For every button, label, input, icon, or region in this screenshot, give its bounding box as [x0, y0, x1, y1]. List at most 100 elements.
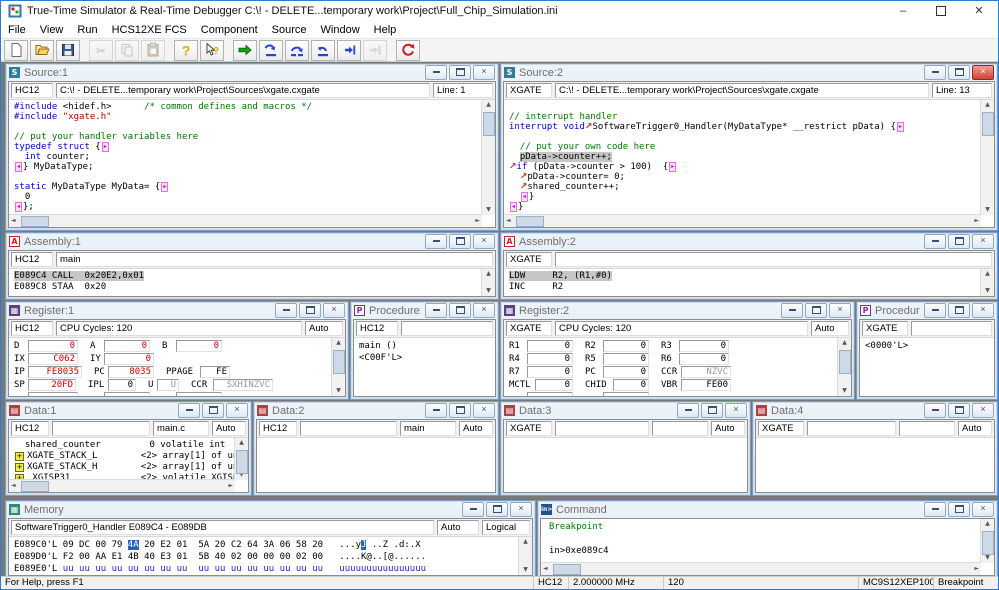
file-field[interactable] — [652, 421, 708, 436]
restore-button[interactable] — [449, 234, 471, 249]
window-assembly1[interactable]: A Assembly:1 × HC12 main E089C4 CALL 0x2… — [5, 232, 499, 300]
core-field[interactable]: HC12 — [259, 421, 297, 436]
scroll-left-icon[interactable]: ◄ — [543, 564, 548, 574]
minimize-button[interactable] — [924, 403, 946, 418]
auto-mode-field[interactable]: Auto — [711, 421, 745, 436]
core-field[interactable]: HC12 — [356, 321, 398, 336]
titlebar-register2[interactable]: ▦ Register:2 × — [501, 302, 854, 319]
restore-button[interactable] — [449, 303, 471, 318]
open-button[interactable] — [30, 39, 54, 61]
watch-list[interactable] — [756, 438, 994, 492]
register-field[interactable] — [14, 391, 78, 396]
file-field[interactable] — [899, 421, 955, 436]
scroll-up-icon[interactable]: ▲ — [336, 338, 341, 348]
auto-mode-field[interactable]: Auto — [811, 321, 849, 336]
source-code-area[interactable]: // interrupt handler interrupt void↗Softw… — [504, 100, 981, 215]
titlebar-assembly1[interactable]: A Assembly:1 × — [6, 233, 498, 250]
vertical-scrollbar[interactable]: ▲ ▼ — [481, 100, 495, 215]
memory-row[interactable]: E089C0'L 09 DC 00 79 4A 20 E2 01 5A 20 C… — [14, 539, 519, 551]
close-button[interactable]: × — [972, 234, 994, 249]
memory-row[interactable]: E089D0'L F2 00 AA E1 4B 40 E3 01 5B 40 0… — [14, 551, 519, 563]
assembly-listing[interactable]: LDW R2, (R1,#0) INC R2 — [504, 269, 981, 296]
source-code-area[interactable]: #include <hidef.h> /* common defines and… — [9, 100, 482, 215]
register-field[interactable]: D0 — [14, 339, 78, 352]
core-field[interactable]: XGATE — [506, 421, 552, 436]
restore-button[interactable] — [948, 403, 970, 418]
minimize-button[interactable] — [924, 65, 946, 80]
restore-button[interactable] — [449, 403, 471, 418]
register-field[interactable]: R2 0 — [585, 339, 649, 352]
asm-line[interactable]: LDW R2, (R1,#0) — [509, 271, 981, 282]
window-procedure2[interactable]: P Procedure:2 × XGATE <0000'L> — [856, 301, 998, 400]
scroll-right-icon[interactable]: ► — [974, 216, 979, 226]
minimize-button[interactable] — [924, 502, 946, 517]
window-procedure1[interactable]: P Procedure:1 × HC12 main () <C00F'L> — [350, 301, 499, 400]
new-button[interactable] — [4, 39, 28, 61]
expand-box-icon[interactable]: ◂ — [510, 202, 518, 212]
vertical-scrollbar[interactable]: ▲ ▼ — [980, 269, 994, 296]
expand-box-icon[interactable]: ◂ — [520, 192, 528, 202]
scroll-left-icon[interactable]: ◄ — [11, 481, 16, 491]
core-field[interactable]: XGATE — [758, 421, 804, 436]
register-grid[interactable]: R1 0 R2 0 R3 0 R4 0 R5 0 R6 0 R7 0 PC 0 CCR NZVC MCTL 0 CHID… — [504, 338, 838, 396]
asm-line[interactable]: E089C4 CALL 0x20E2,0x01 — [14, 271, 482, 282]
file-field[interactable]: main.c — [153, 421, 209, 436]
register-field[interactable]: IX C062 — [14, 352, 78, 365]
asm-line[interactable]: INC R2 — [509, 282, 981, 293]
auto-mode-field[interactable]: Auto — [305, 321, 343, 336]
vertical-scrollbar[interactable]: ▲ ▼ — [980, 519, 994, 563]
close-button[interactable]: × — [972, 303, 994, 318]
close-button[interactable]: × — [473, 65, 495, 80]
window-memory[interactable]: ▦ Memory × SoftwareTrigger0_Handler E089… — [5, 500, 536, 579]
vertical-scrollbar[interactable]: ▲ ▼ — [518, 537, 532, 575]
context-help-button[interactable]: ? — [200, 39, 224, 61]
path-field[interactable]: C:\! - DELETE...temporary work\Project\S… — [56, 83, 430, 98]
procedure-list[interactable]: main () <C00F'L> — [354, 338, 495, 396]
close-button[interactable]: × — [829, 303, 851, 318]
run-button[interactable] — [233, 39, 257, 61]
register-field[interactable]: R6 0 — [661, 352, 729, 365]
auto-mode-field[interactable]: Auto — [459, 421, 493, 436]
titlebar-assembly2[interactable]: A Assembly:2 × — [501, 233, 997, 250]
horizontal-scrollbar[interactable]: ◄ ► — [9, 479, 235, 492]
help-button[interactable]: ? — [174, 39, 198, 61]
scrollbar-thumb[interactable] — [516, 216, 544, 227]
register-field[interactable]: CCR NZVC — [661, 365, 731, 378]
memory-range-field[interactable]: SoftwareTrigger0_Handler E089C4 - E089DB — [11, 520, 434, 535]
register-field[interactable]: SP 20FD — [14, 378, 76, 391]
menu-source[interactable]: Source — [265, 24, 314, 36]
minimize-button[interactable] — [924, 303, 946, 318]
titlebar-source1[interactable]: S Source:1 × — [6, 64, 498, 81]
path-field[interactable]: C:\! - DELETE...temporary work\Project\S… — [555, 83, 929, 98]
register-field[interactable]: UU — [148, 378, 179, 391]
register-field[interactable]: PC 8035 — [94, 365, 154, 378]
register-field[interactable] — [90, 391, 150, 396]
auto-mode-field[interactable]: Auto — [212, 421, 246, 436]
restore-button[interactable] — [486, 502, 508, 517]
scroll-up-icon[interactable]: ▲ — [985, 269, 990, 279]
scroll-down-icon[interactable]: ▼ — [486, 286, 491, 296]
window-assembly2[interactable]: A Assembly:2 × XGATE LDW R2, (R1,#0) INC … — [500, 232, 998, 300]
title-bar[interactable]: True-Time Simulator & Real-Time Debugger… — [1, 1, 998, 21]
scroll-down-icon[interactable]: ▼ — [336, 386, 341, 396]
expand-box-icon[interactable]: ◂ — [15, 162, 23, 172]
minimize-button[interactable] — [425, 403, 447, 418]
titlebar-data3[interactable]: ▤ Data:3 × — [501, 402, 750, 419]
minimize-button[interactable] — [924, 234, 946, 249]
step-into-button[interactable] — [259, 39, 283, 61]
window-data4[interactable]: ▤ Data:4 × XGATE Auto — [752, 401, 998, 496]
expand-box-icon[interactable]: ▸ — [161, 182, 169, 192]
expand-box-icon[interactable]: ◂ — [15, 202, 23, 212]
minimize-button[interactable] — [781, 303, 803, 318]
close-button[interactable]: × — [473, 234, 495, 249]
titlebar-data1[interactable]: ▤ Data:1 × — [6, 402, 251, 419]
procedure-list[interactable]: <0000'L> — [860, 338, 994, 396]
step-asm-button[interactable] — [337, 39, 361, 61]
watch-row[interactable]: +XGATE_STACK_L <2> array[1] of unsigned — [14, 451, 235, 462]
close-button[interactable]: × — [473, 303, 495, 318]
core-field[interactable]: HC12 — [11, 83, 53, 98]
minimize-button[interactable] — [425, 65, 447, 80]
titlebar-procedure1[interactable]: P Procedure:1 × — [351, 302, 498, 319]
scroll-down-icon[interactable]: ▼ — [523, 565, 528, 575]
scroll-up-icon[interactable]: ▲ — [486, 269, 491, 279]
